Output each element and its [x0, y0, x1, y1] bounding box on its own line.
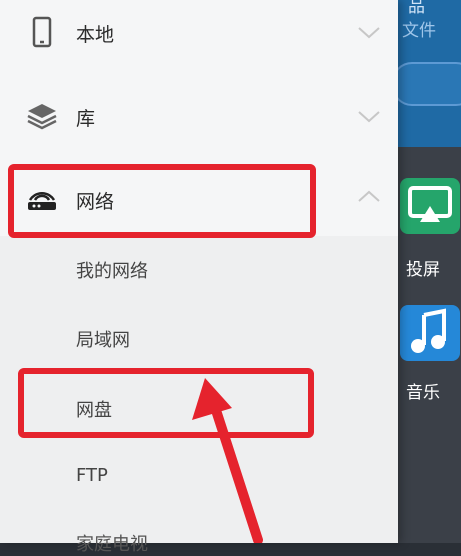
highlight-network — [8, 164, 316, 238]
background-header-text: 品 — [408, 0, 425, 17]
chevron-down-icon[interactable] — [356, 22, 382, 42]
navigation-drawer: 本地 库 网络 我的网络 局域网 网盘 FTP 家庭电视 — [0, 0, 398, 555]
cast-label: 投屏 — [406, 260, 440, 280]
cast-icon — [408, 186, 452, 222]
chevron-up-icon[interactable] — [356, 187, 382, 207]
drawer-item-label: 本地 — [76, 24, 115, 46]
layers-icon — [27, 104, 57, 130]
drawer-item-label: 库 — [76, 108, 96, 130]
submenu-item-my-network[interactable]: 我的网络 — [76, 257, 148, 283]
chevron-down-icon[interactable] — [356, 106, 382, 126]
music-tile[interactable] — [400, 305, 460, 361]
background-search-pill[interactable] — [392, 62, 461, 106]
music-note-icon — [411, 308, 446, 353]
submenu-item-lan[interactable]: 局域网 — [76, 326, 130, 352]
drawer-item-local[interactable]: 本地 — [0, 0, 398, 70]
background-header-subtext: 文件 — [402, 21, 436, 41]
drawer-item-library[interactable]: 库 — [0, 80, 398, 150]
phone-icon — [32, 16, 52, 48]
cast-tile[interactable] — [400, 178, 460, 234]
highlight-cloud-disk — [18, 368, 314, 438]
submenu-item-ftp[interactable]: FTP — [76, 465, 108, 486]
submenu-item-home-tv[interactable]: 家庭电视 — [76, 530, 148, 556]
music-label: 音乐 — [406, 383, 440, 403]
